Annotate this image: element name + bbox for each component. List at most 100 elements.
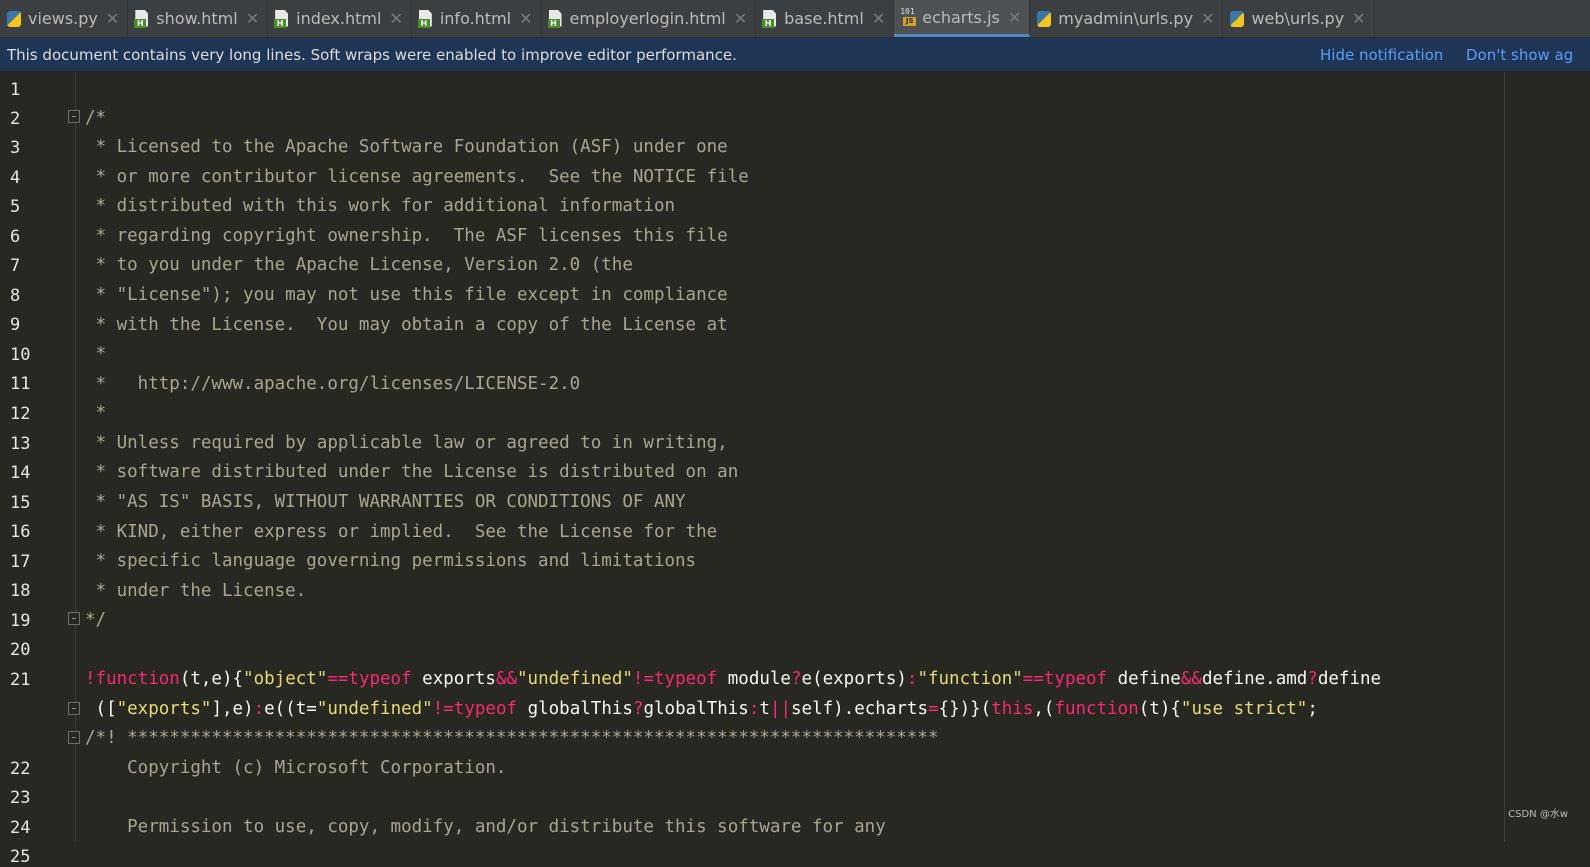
token: && xyxy=(1180,669,1202,689)
code-line-21-wrap[interactable]: (["exports"],e):e((t="undefined"!=typeof… xyxy=(85,698,1318,720)
tab-1[interactable]: show.html ✕ xyxy=(128,0,269,37)
code-line-12[interactable]: * xyxy=(85,402,107,424)
token: (t){ xyxy=(1138,699,1181,719)
tab-label: web\urls.py xyxy=(1251,9,1345,28)
token: define xyxy=(1107,669,1181,689)
line-number: 1 xyxy=(10,80,21,100)
tab-6[interactable]: echarts.js ✕ xyxy=(894,0,1031,37)
fold-marker-icon[interactable] xyxy=(68,110,80,123)
line-number: 8 xyxy=(10,286,21,306)
tab-5[interactable]: base.html ✕ xyxy=(756,0,895,37)
token: "undefined" xyxy=(316,699,433,719)
code-line-21[interactable]: !function(t,e){"object"==typeof exports&… xyxy=(85,668,1381,690)
line-number: 19 xyxy=(10,611,31,631)
token: "function" xyxy=(917,669,1023,689)
tab-0[interactable]: views.py ✕ xyxy=(0,0,129,37)
token: !=typeof xyxy=(632,669,718,689)
code-line-14[interactable]: * software distributed under the License… xyxy=(85,461,739,483)
token: t xyxy=(759,699,770,719)
line-number: 17 xyxy=(10,552,31,572)
code-line-6[interactable]: * regarding copyright ownership. The ASF… xyxy=(85,225,728,247)
token: ? xyxy=(790,669,802,689)
token: "exports" xyxy=(116,699,212,719)
code-line-13[interactable]: * Unless required by applicable law or a… xyxy=(85,432,728,454)
token: : xyxy=(253,699,265,719)
tab-4[interactable]: employerlogin.html ✕ xyxy=(542,0,757,37)
token: (t,e){ xyxy=(179,669,244,689)
code-line-15[interactable]: * "AS IS" BASIS, WITHOUT WARRANTIES OR C… xyxy=(85,491,686,513)
code-line-2[interactable]: /* xyxy=(85,107,106,129)
tab-label: echarts.js xyxy=(922,7,1000,27)
tab-label: show.html xyxy=(156,9,238,28)
token: module xyxy=(717,669,791,689)
token: ,( xyxy=(1033,699,1055,719)
code-line-19[interactable]: */ xyxy=(85,609,106,631)
close-icon[interactable]: ✕ xyxy=(1008,8,1021,27)
token: e((t= xyxy=(264,699,317,719)
code-line-7[interactable]: * to you under the Apache License, Versi… xyxy=(85,254,633,276)
close-icon[interactable]: ✕ xyxy=(389,9,402,28)
tab-3[interactable]: info.html ✕ xyxy=(412,0,542,37)
long-lines-notification: This document contains very long lines. … xyxy=(0,38,1590,71)
tab-8[interactable]: web\urls.py ✕ xyxy=(1223,0,1375,37)
python-file-icon xyxy=(6,10,22,28)
token: && xyxy=(495,669,518,689)
html-file-icon xyxy=(274,10,290,28)
code-line-3[interactable]: * Licensed to the Apache Software Founda… xyxy=(85,136,728,158)
fold-marker-icon[interactable] xyxy=(68,731,80,744)
line-number-gutter[interactable]: 1 2 3 4 5 6 7 8 9 10 11 12 13 14 15 16 17 18 19 20 21 22 23 24 2… xyxy=(0,72,80,867)
hide-notification-link[interactable]: Hide notification xyxy=(1320,46,1443,64)
close-icon[interactable]: ✕ xyxy=(1352,9,1365,28)
tab-label: myadmin\urls.py xyxy=(1058,9,1194,28)
tab-2[interactable]: index.html ✕ xyxy=(268,0,412,37)
token: ==typeof xyxy=(1022,669,1108,689)
tab-label: employerlogin.html xyxy=(569,9,726,28)
token: exports xyxy=(411,669,496,689)
tab-7[interactable]: myadmin\urls.py ✕ xyxy=(1030,0,1224,37)
token: ? xyxy=(1307,669,1318,689)
token: "object" xyxy=(243,669,328,689)
line-number: 5 xyxy=(10,197,21,217)
code-line-23[interactable]: Copyright (c) Microsoft Corporation. xyxy=(85,757,506,779)
html-file-icon xyxy=(762,10,778,28)
line-number: 20 xyxy=(10,640,31,660)
code-line-18[interactable]: * under the License. xyxy=(85,580,307,602)
line-number: 23 xyxy=(10,788,31,808)
close-icon[interactable]: ✕ xyxy=(106,9,119,28)
token: ],e) xyxy=(211,699,254,719)
close-icon[interactable]: ✕ xyxy=(246,9,259,28)
code-line-11[interactable]: * http://www.apache.org/licenses/LICENSE… xyxy=(85,373,581,395)
code-line-8[interactable]: * "License"); you may not use this file … xyxy=(85,284,728,306)
close-icon[interactable]: ✕ xyxy=(872,9,885,28)
close-icon[interactable]: ✕ xyxy=(1201,9,1214,28)
html-file-icon xyxy=(547,10,564,28)
line-number: 2 xyxy=(10,109,21,129)
line-number: 24 xyxy=(10,818,31,838)
token: globalThis xyxy=(643,699,749,719)
line-number: 21 xyxy=(10,670,31,690)
code-line-4[interactable]: * or more contributor license agreements… xyxy=(85,166,749,188)
code-line-25[interactable]: Permission to use, copy, modify, and/or … xyxy=(85,816,886,838)
code-line-10[interactable]: * xyxy=(85,343,107,365)
html-file-icon xyxy=(134,10,150,28)
close-icon[interactable]: ✕ xyxy=(734,9,747,28)
fold-marker-icon[interactable] xyxy=(68,612,80,625)
token: "undefined" xyxy=(517,669,633,689)
line-number: 16 xyxy=(10,522,31,542)
tab-label: info.html xyxy=(439,9,512,28)
code-line-5[interactable]: * distributed with this work for additio… xyxy=(85,195,675,217)
dont-show-again-link[interactable]: Don't show ag xyxy=(1466,46,1573,64)
code-line-17[interactable]: * specific language governing permission… xyxy=(85,550,697,572)
token: e(exports) xyxy=(801,669,907,689)
close-icon[interactable]: ✕ xyxy=(519,9,532,28)
code-line-9[interactable]: * with the License. You may obtain a cop… xyxy=(85,314,728,336)
token: !function xyxy=(85,669,180,689)
token: globalThis xyxy=(517,699,633,719)
notification-message: This document contains very long lines. … xyxy=(7,45,737,64)
code-line-22[interactable]: /*! ************************************… xyxy=(85,727,938,749)
token: ? xyxy=(632,699,644,719)
code-line-16[interactable]: * KIND, either express or implied. See t… xyxy=(85,521,718,543)
line-number: 3 xyxy=(10,138,21,158)
fold-marker-icon[interactable] xyxy=(68,702,80,715)
tab-label: index.html xyxy=(296,9,382,28)
